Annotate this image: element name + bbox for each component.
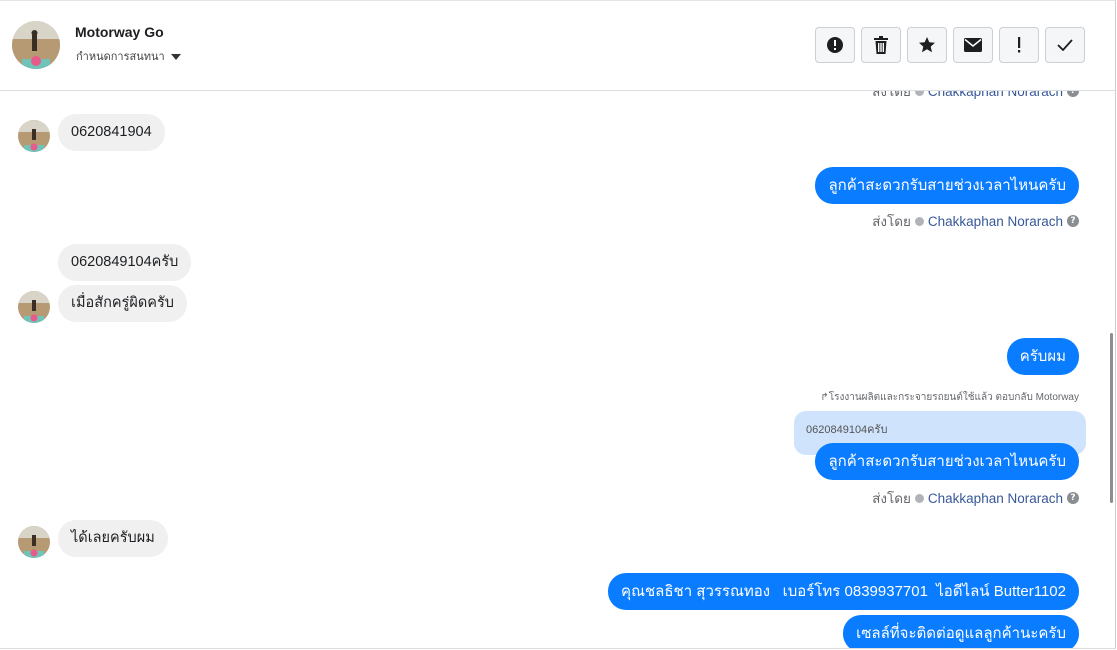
chevron-down-icon: [170, 53, 181, 60]
checkmark-icon: [1057, 39, 1073, 51]
reply-note: ↱โรงงานผลิตและกระจายรถยนต์ใช้แล้ว ตอบกลั…: [820, 390, 1079, 405]
incoming-message[interactable]: 0620841904: [58, 114, 165, 151]
sent-by-line: ส่งโดย Chakkaphan Norarach ?: [872, 90, 1079, 102]
follow-up-button[interactable]: [999, 27, 1039, 63]
trash-icon: [874, 36, 888, 54]
help-icon[interactable]: ?: [1067, 492, 1079, 504]
agent-link[interactable]: Chakkaphan Norarach: [928, 90, 1063, 99]
outgoing-message[interactable]: ลูกค้าสะดวกรับสายช่วงเวลาไหนครับ: [815, 167, 1079, 204]
incoming-message[interactable]: 0620849104ครับ: [58, 244, 192, 281]
agent-link[interactable]: Chakkaphan Norarach: [928, 214, 1063, 229]
conversation-settings-dropdown[interactable]: กำหนดการสนทนา: [76, 47, 181, 65]
outgoing-message[interactable]: คุณชลธิชา สุวรรณทอง เบอร์โทร 0839937701 …: [608, 573, 1079, 610]
sent-by-line: ส่งโดย Chakkaphan Norarach ?: [872, 487, 1079, 509]
star-button[interactable]: [907, 27, 947, 63]
report-button[interactable]: [815, 27, 855, 63]
avatar[interactable]: [18, 526, 50, 558]
sent-by-prefix: ส่งโดย: [872, 214, 911, 229]
incoming-message[interactable]: เมื่อสักครู่ผิดครับ: [58, 285, 187, 322]
verified-icon: [914, 216, 924, 226]
reply-arrow-icon: ↱: [820, 392, 829, 403]
star-icon: [919, 37, 935, 53]
incoming-message[interactable]: ได้เลยครับผม: [58, 520, 168, 557]
envelope-icon: [964, 38, 982, 52]
help-icon[interactable]: ?: [1067, 215, 1079, 227]
alert-circle-icon: [827, 37, 843, 53]
verified-icon: [914, 493, 924, 503]
avatar[interactable]: [18, 120, 50, 152]
help-icon[interactable]: ?: [1067, 90, 1079, 97]
outgoing-message[interactable]: ลูกค้าสะดวกรับสายช่วงเวลาไหนครับ: [815, 443, 1079, 480]
reply-note-text: โรงงานผลิตและกระจายรถยนต์ใช้แล้ว ตอบกลับ…: [828, 392, 1079, 403]
sent-by-prefix: ส่งโดย: [872, 90, 911, 99]
exclamation-icon: [1018, 37, 1021, 53]
avatar[interactable]: [18, 291, 50, 323]
outgoing-message[interactable]: ครับผม: [1006, 338, 1079, 375]
mark-unread-button[interactable]: [953, 27, 993, 63]
sent-by-line: ส่งโดย Chakkaphan Norarach ?: [872, 210, 1079, 232]
agent-link[interactable]: Chakkaphan Norarach: [928, 491, 1063, 506]
avatar[interactable]: [12, 21, 60, 69]
contact-name: Motorway Go: [75, 24, 164, 40]
outgoing-message[interactable]: เซลล์ที่จะติดต่อดูแลลูกค้านะครับ: [843, 615, 1079, 648]
scrollbar[interactable]: [1110, 333, 1113, 503]
conversation-header: Motorway Go กำหนดการสนทนา: [0, 1, 1115, 91]
done-button[interactable]: [1045, 27, 1085, 63]
delete-button[interactable]: [861, 27, 901, 63]
message-thread[interactable]: ส่งโดย Chakkaphan Norarach ? 0620841904 …: [0, 90, 1110, 648]
messenger-conversation: Motorway Go กำหนดการสนทนา ส่งโดย Chakkap…: [0, 0, 1116, 649]
conversation-toolbar: [815, 27, 1085, 63]
conversation-settings-label: กำหนดการสนทนา: [76, 50, 165, 63]
sent-by-prefix: ส่งโดย: [872, 491, 911, 506]
